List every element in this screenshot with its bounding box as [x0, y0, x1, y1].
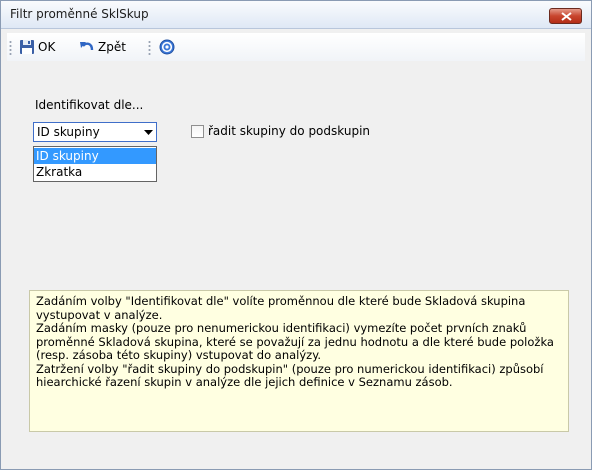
subgroups-checkbox[interactable]	[191, 125, 204, 138]
undo-icon	[80, 42, 94, 51]
identify-by-dropdown-list: ID skupiny Zkratka	[33, 146, 157, 182]
help-text-line: Zadáním masky (pouze pro nenumerickou id…	[36, 321, 554, 362]
filter-dialog: Filtr proměnné SklSkup OK Zpět Identifik…	[0, 0, 592, 470]
help-text-line: Zatržení volby "řadit skupiny do podskup…	[36, 361, 544, 389]
toolbar: OK Zpět	[7, 33, 585, 61]
subgroups-checkbox-label[interactable]: řadit skupiny do podskupin	[208, 124, 370, 138]
toolbar-separator	[148, 40, 151, 55]
option-id-skupiny[interactable]: ID skupiny	[34, 148, 156, 164]
toolbar-grip[interactable]	[9, 40, 12, 55]
window-title: Filtr proměnné SklSkup	[10, 7, 149, 21]
ok-label: OK	[38, 40, 56, 54]
help-button[interactable]	[157, 37, 177, 57]
help-icon	[159, 39, 175, 55]
chevron-down-icon	[144, 130, 153, 135]
identify-by-select[interactable]: ID skupiny	[33, 122, 157, 142]
help-text-panel: Zadáním volby "Identifikovat dle" volíte…	[29, 290, 569, 432]
option-zkratka[interactable]: Zkratka	[34, 164, 156, 180]
back-label: Zpět	[98, 40, 126, 54]
save-icon	[20, 40, 34, 54]
close-button[interactable]	[549, 8, 582, 24]
close-icon	[561, 12, 572, 21]
title-bar[interactable]: Filtr proměnné SklSkup	[1, 1, 591, 29]
back-button[interactable]: Zpět	[77, 37, 143, 57]
identify-by-value: ID skupiny	[37, 125, 100, 139]
identify-by-label: Identifikovat dle...	[35, 98, 144, 112]
help-text-line: Zadáním volby "Identifikovat dle" volíte…	[36, 294, 526, 322]
ok-button[interactable]: OK	[17, 37, 75, 57]
